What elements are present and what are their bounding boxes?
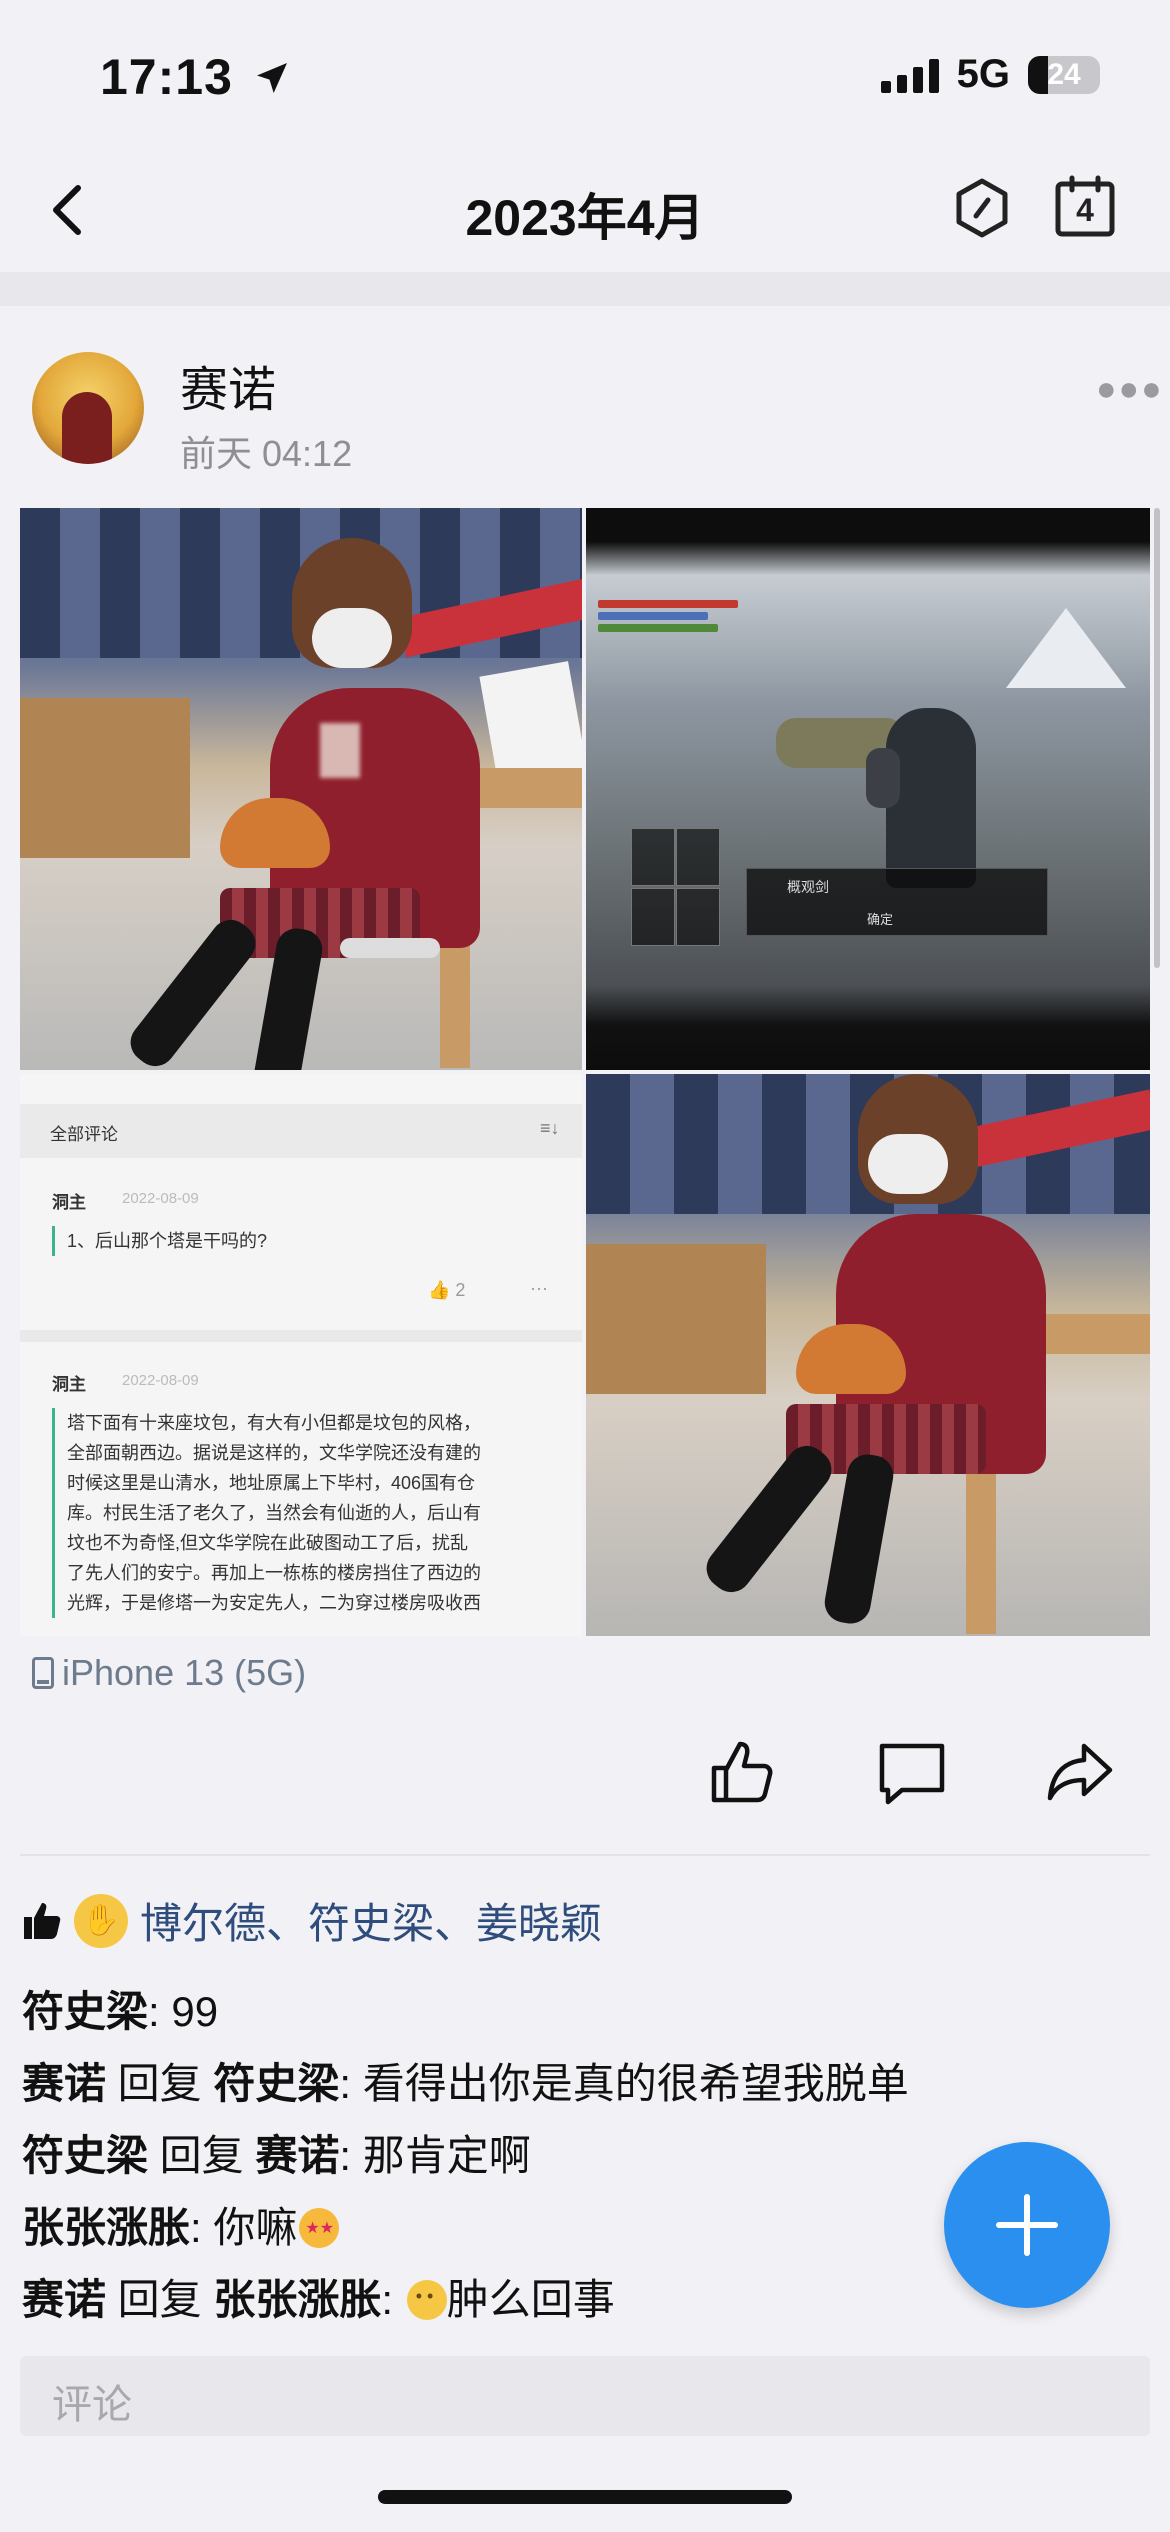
- confused-emoji-icon: • •: [406, 2280, 447, 2320]
- comment-4[interactable]: 张张涨胀: 你嘛 ★★: [22, 2194, 340, 2255]
- thumb-icon: [24, 1902, 61, 1939]
- liker-avatar[interactable]: ✋: [74, 1893, 128, 1948]
- battery-icon: 24: [1028, 55, 1100, 94]
- game-dialog-text: 概观剑: [787, 879, 829, 895]
- cs-date-1: 2022-08-09: [122, 1190, 199, 1207]
- cs-date-2: 2022-08-09: [122, 1372, 199, 1389]
- cs-user-2: 洞主: [52, 1375, 86, 1394]
- scrollbar[interactable]: [1154, 508, 1160, 968]
- actions-divider: [20, 1854, 1150, 1856]
- cs-header: 全部评论 ≡↓: [20, 1104, 582, 1158]
- comment-2[interactable]: 赛诺 回复 符史梁: 看得出你是真的很希望我脱单: [22, 2050, 909, 2111]
- post-photo-4[interactable]: [586, 1074, 1150, 1636]
- calendar-day: 4: [1076, 192, 1094, 228]
- network-label: 5G: [956, 52, 1010, 96]
- likes-row: ✋ 博尔德、符史梁、姜晓颖: [22, 1890, 602, 1951]
- more-icon[interactable]: ●●●: [1096, 370, 1164, 409]
- post-photo-3[interactable]: 全部评论 ≡↓ 洞主 2022-08-09 1、后山那个塔是干吗的? 👍 2 ·…: [20, 1074, 582, 1636]
- nav-bar: 2023年4月 4: [0, 140, 1170, 270]
- add-post-button[interactable]: [944, 2142, 1110, 2308]
- post-author[interactable]: 赛诺: [180, 350, 276, 420]
- device-label: iPhone 13 (5G): [32, 1652, 306, 1694]
- comment-3[interactable]: 符史梁 回复 赛诺: 那肯定啊: [22, 2122, 531, 2183]
- comment-input[interactable]: 评论: [20, 2356, 1150, 2436]
- home-indicator: [378, 2490, 792, 2504]
- cs-separator: [20, 1330, 582, 1342]
- game-dialog-confirm: 确定: [867, 912, 894, 927]
- hexagon-icon[interactable]: [950, 176, 1014, 240]
- like-icon[interactable]: [706, 1736, 778, 1808]
- cs-text-2: 塔下面有十来座坟包，有大有小但都是坟包的风格， 全部面朝西边。据说是这样的，文华…: [52, 1408, 557, 1618]
- avatar[interactable]: [32, 352, 144, 464]
- share-icon[interactable]: [1044, 1736, 1116, 1808]
- cs-like-1: 👍 2: [428, 1280, 466, 1300]
- comment-icon[interactable]: [876, 1736, 948, 1808]
- phone-icon: [32, 1657, 54, 1689]
- signal-icon: [880, 57, 939, 93]
- star-eyes-emoji-icon: ★★: [299, 2208, 340, 2248]
- post-photo-1[interactable]: [20, 508, 582, 1070]
- battery-level: 24: [1047, 57, 1081, 91]
- comment-5[interactable]: 赛诺 回复 张张涨胀: • • 肿么回事: [22, 2266, 615, 2327]
- cs-more-1: ···: [530, 1278, 548, 1298]
- section-divider: [0, 272, 1170, 306]
- likers[interactable]: 博尔德、符史梁、姜晓颖: [140, 1890, 602, 1951]
- cs-text-1: 1、后山那个塔是干吗的?: [52, 1226, 267, 1256]
- cs-user-1: 洞主: [52, 1193, 86, 1212]
- comment-1[interactable]: 符史梁: 99: [22, 1978, 218, 2039]
- location-arrow-icon: [256, 63, 287, 93]
- status-time: 17:13: [100, 48, 292, 106]
- status-indicators: 5G 24: [880, 52, 1100, 97]
- post-photo-2[interactable]: 概观剑 确定: [586, 508, 1150, 1070]
- calendar-icon[interactable]: 4: [1052, 174, 1118, 240]
- game-dialog: 概观剑 确定: [746, 868, 1048, 936]
- post-time: 前天 04:12: [180, 433, 353, 474]
